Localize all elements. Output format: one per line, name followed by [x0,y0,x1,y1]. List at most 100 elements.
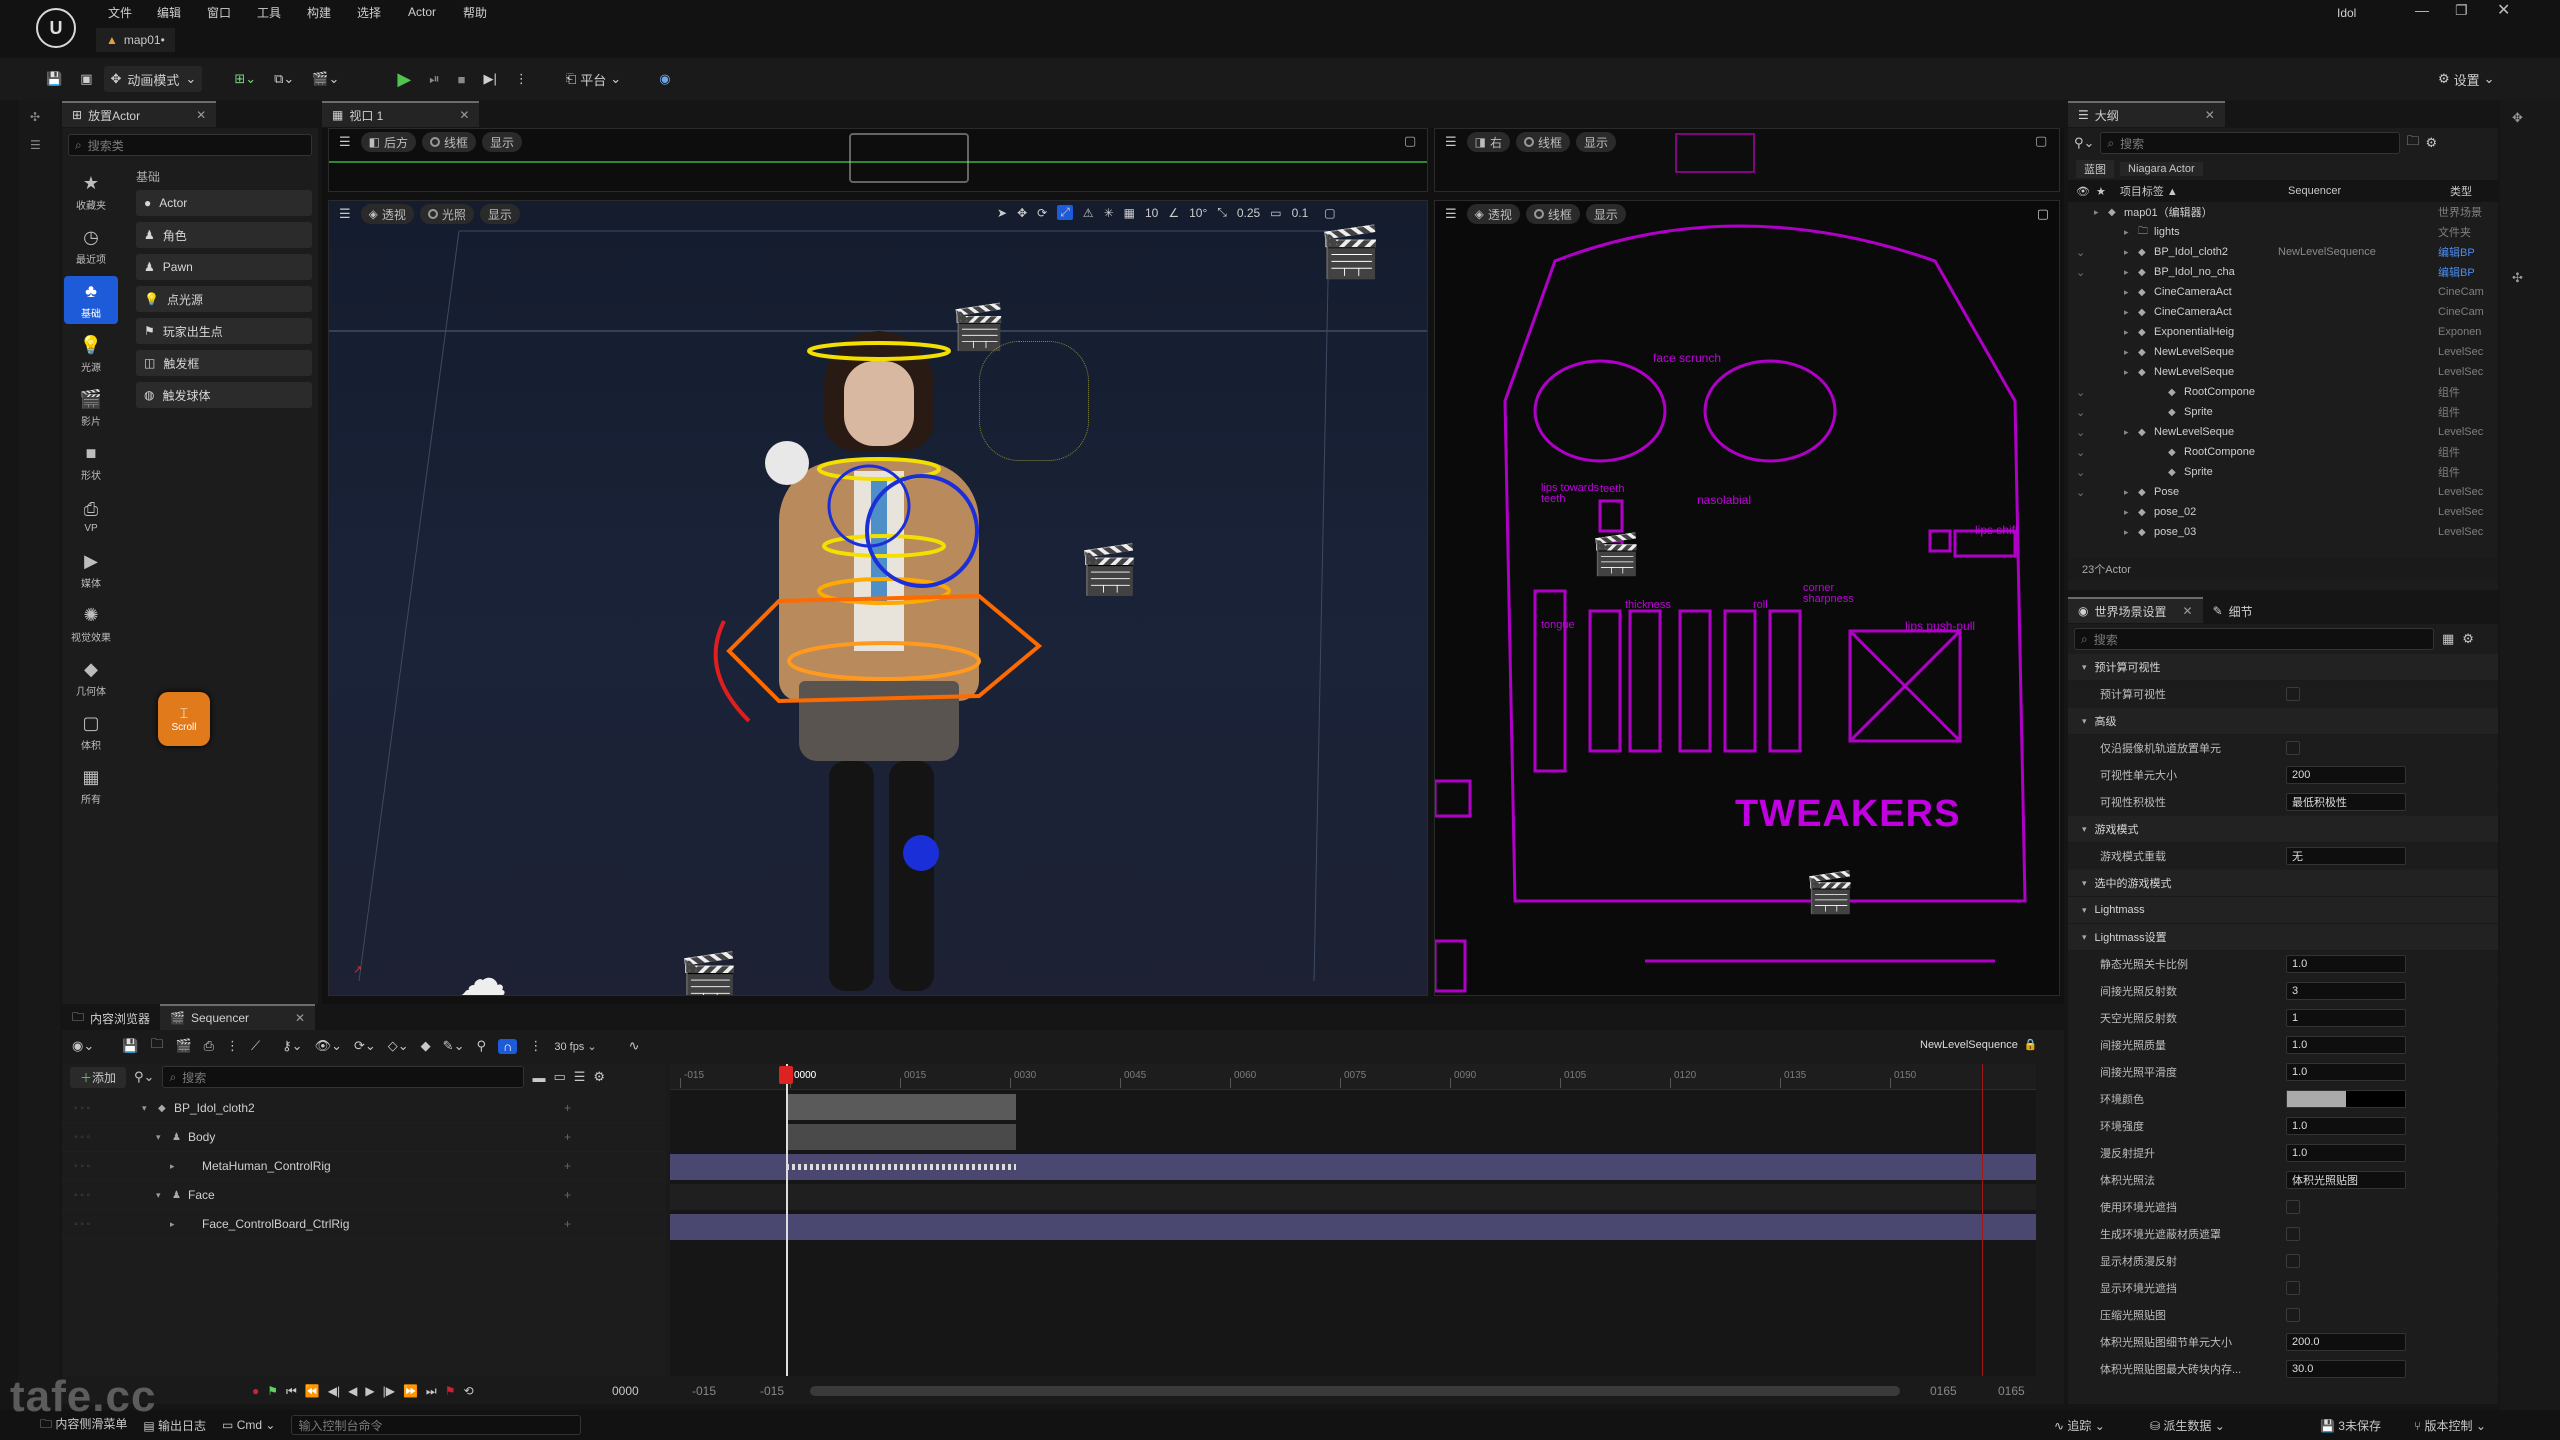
outliner-row-type[interactable]: 编辑BP [2438,264,2498,280]
outliner-row[interactable]: ▸ ◆ ExponentialHeig Exponen [2068,322,2498,342]
snap-icon[interactable]: ∩ [498,1038,518,1054]
rotate-icon[interactable]: ⟳ [1037,206,1047,220]
add-subtrack-icon[interactable]: + [564,1217,571,1231]
source-control-button[interactable]: ⑂ 版本控制 ⌄ [2414,1417,2486,1434]
outliner-row[interactable]: ▸ 🗀 lights 文件夹 [2068,222,2498,242]
property-checkbox[interactable] [2286,1254,2300,1268]
sequence-name[interactable]: NewLevelSequence 🔒 [1920,1038,2038,1051]
expand-arrow-icon[interactable]: ▸ [2124,427,2129,438]
expand-arrow-icon[interactable]: ▸ [2124,247,2129,258]
add-subtrack-icon[interactable]: + [564,1101,571,1115]
surface-snap-icon[interactable]: ✳ [1104,206,1114,220]
track-lock-icon[interactable]: ◦ ◦ ◦ [74,1161,90,1172]
modes-icon[interactable]: ☰ [30,138,41,152]
property-checkbox[interactable] [2286,687,2300,701]
menu-window[interactable]: 窗口 [194,2,244,22]
add-track-button[interactable]: ＋添加 [70,1066,127,1088]
eject-button[interactable]: ▶| [478,66,503,92]
track-lock-icon[interactable]: ◦ ◦ ◦ [74,1103,90,1114]
visibility-icon[interactable]: ⌄ [2076,446,2085,459]
outliner-search-input[interactable]: ⌕ 搜索 [2100,132,2401,154]
cinematics-icon[interactable]: 🎬⌄ [306,66,345,92]
console-input[interactable]: 输入控制台命令 [291,1415,582,1435]
more-icon[interactable]: ⋮ [226,1038,239,1054]
expand-arrow-icon[interactable]: ▸ [2124,327,2129,338]
menu-edit[interactable]: 编辑 [144,2,194,22]
expand-arrow-icon[interactable]: ▸ [2124,347,2129,358]
place-search-input[interactable]: ⌕ 搜索类 [68,134,312,156]
outliner-row[interactable]: ⌄ ◆ Sprite 组件 [2068,462,2498,482]
next-frame-icon[interactable]: |▶ [383,1384,395,1398]
outliner-row[interactable]: ⌄ ◆ Sprite 组件 [2068,402,2498,422]
curve-icon[interactable]: ⟋ [251,1038,260,1054]
menu-build[interactable]: 构建 [294,2,344,22]
show-menu[interactable]: 显示 [1576,132,1617,152]
visibility-icon[interactable]: ⌄ [2076,246,2085,259]
scale-snap-icon[interactable]: ⤡ [1217,205,1227,220]
nav-media[interactable]: ▶ 媒体 [64,546,118,594]
outliner-row[interactable]: ▸ ◆ NewLevelSeque LevelSec [2068,362,2498,382]
view-range-start[interactable]: -015 [692,1384,716,1398]
map-tab[interactable]: ▲ map01• [96,28,175,52]
sequencer-track[interactable]: ◦ ◦ ◦ ▾ ♟ Body + [62,1123,666,1152]
property-checkbox[interactable] [2286,1308,2300,1322]
key-diamond-icon[interactable]: ◆ [421,1038,431,1054]
track-bar-face-ctrlrig[interactable] [670,1214,2036,1240]
time-ruler[interactable]: -015 0000 0015 0030 0045 0060 0075 0090 0105 0120… [670,1064,2036,1090]
list-icon[interactable]: ☰ [574,1069,586,1085]
place-item-character[interactable]: ♟ 角色 [136,222,312,248]
maximize-icon[interactable]: ▢ [1404,133,1416,149]
col-sequencer[interactable]: Sequencer [2288,185,2341,197]
show-menu[interactable]: 显示 [479,204,520,224]
property-value-field[interactable]: 1 [2286,1009,2406,1027]
close-icon[interactable]: ✕ [2205,108,2215,122]
add-folder-icon[interactable]: 🗀 [2406,132,2419,154]
blueprint-icon[interactable]: ⧉⌄ [268,66,300,92]
close-icon[interactable]: ✕ [295,1011,305,1025]
hamburger-icon[interactable]: ☰ [339,206,351,222]
nav-shapes[interactable]: ■ 形状 [64,438,118,486]
prev-frame-icon[interactable]: ◀| [328,1384,340,1398]
grid-view-icon[interactable]: ▦ [2442,631,2454,647]
camera-icon[interactable]: ⎙ [204,1038,214,1054]
play-icon[interactable]: ▶ [365,1384,374,1398]
place-item-player-start[interactable]: ⚑ 玩家出生点 [136,318,312,344]
nav-volumes[interactable]: ▢ 体积 [64,708,118,756]
restore-icon[interactable]: ❐ [2455,2,2468,19]
timeline[interactable]: -015 0000 0015 0030 0045 0060 0075 0090 0105 0120… [670,1064,2036,1376]
track-lock-icon[interactable]: ◦ ◦ ◦ [74,1219,90,1230]
maximize-icon[interactable]: ▢ [1324,206,1335,220]
marker-icon[interactable]: ⚲ [476,1038,486,1054]
work-range-start[interactable]: -015 [760,1384,784,1398]
menu-actor[interactable]: Actor [394,2,450,22]
gear-icon[interactable]: ⚙ [2425,135,2437,151]
end-marker-icon[interactable]: ⚑ [445,1384,456,1398]
outliner-row[interactable]: ⌄ ◆ RootCompone 组件 [2068,442,2498,462]
hamburger-icon[interactable]: ☰ [1445,134,1457,150]
filter-niagara[interactable]: Niagara Actor [2120,162,2203,176]
visibility-icon[interactable]: ⌄ [2076,406,2085,419]
details-section[interactable]: ▾ 选中的游戏模式 [2068,870,2498,897]
move-icon[interactable]: ✥ [1017,206,1027,220]
visibility-icon[interactable]: ⌄ [2076,426,2085,439]
view-mode-lit[interactable]: 光照 [419,204,474,224]
tab-content-browser[interactable]: 🗀 内容浏览器 [62,1004,161,1030]
outliner-row[interactable]: ⌄ ▸ ◆ BP_Idol_no_cha 编辑BP [2068,262,2498,282]
playback-icon[interactable]: ⟳⌄ [354,1038,376,1054]
frame-display[interactable]: 0000 [612,1384,639,1398]
details-section[interactable]: ▾ 预计算可视性 [2068,654,2498,681]
details-search-input[interactable]: ⌕ 搜索 [2074,628,2434,650]
save-icon[interactable]: 💾 [122,1038,138,1054]
more-icon[interactable]: ⋮ [529,1038,542,1054]
nav-cinematic[interactable]: 🎬 影片 [64,384,118,432]
rail-tool-icon[interactable]: ✥ [2512,110,2523,126]
place-item-pawn[interactable]: ♟ Pawn [136,254,312,280]
property-value-field[interactable]: 1.0 [2286,955,2406,973]
show-menu[interactable]: 显示 [482,132,523,152]
col-type[interactable]: 类型 [2450,183,2472,199]
view-mode-wireframe[interactable]: 线框 [1525,204,1580,224]
next-key-icon[interactable]: ⏩ [403,1384,418,1398]
property-value-field[interactable]: 200.0 [2286,1333,2406,1351]
expand-arrow-icon[interactable]: ▸ [170,1161,175,1172]
world-icon[interactable]: ◉⌄ [72,1038,94,1054]
